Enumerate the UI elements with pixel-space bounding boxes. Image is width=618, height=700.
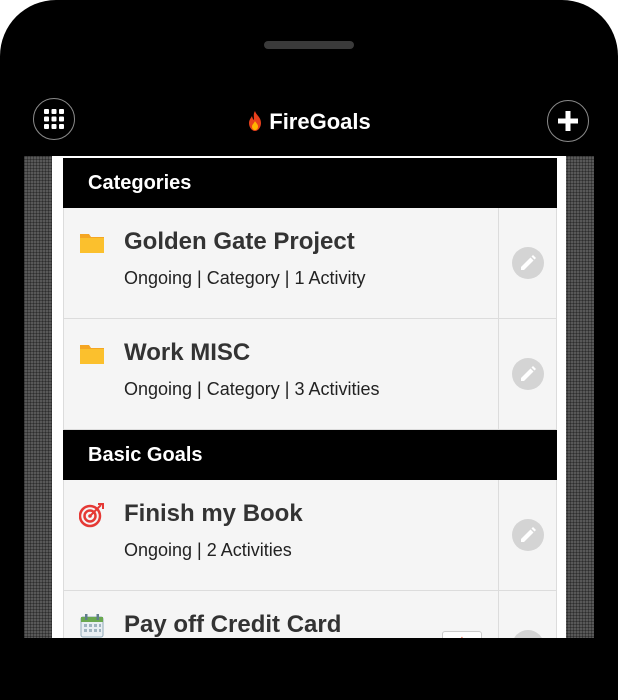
app-title-text: FireGoals	[269, 109, 371, 134]
item-name: Finish my Book	[124, 500, 303, 527]
pencil-icon	[520, 527, 536, 542]
item-meta: Ongoing | Category | 1 Activity	[124, 268, 366, 288]
edit-area	[498, 208, 556, 318]
edit-area	[498, 591, 556, 638]
fire-badge	[442, 631, 482, 638]
edit-button[interactable]	[511, 247, 544, 279]
edit-area	[498, 480, 556, 590]
item-meta: Ongoing | 2 Activities	[124, 540, 292, 560]
list-item[interactable]: Work MISC Ongoing | Category | 3 Activit…	[63, 319, 557, 430]
edit-button[interactable]	[511, 358, 544, 390]
goal-list: Categories Golden Gate Project Ongoing |…	[63, 158, 557, 638]
calendar-icon	[80, 614, 104, 638]
item-name: Golden Gate Project	[124, 228, 355, 255]
flame-icon	[249, 111, 262, 131]
item-name: Work MISC	[124, 339, 251, 366]
pencil-icon	[520, 255, 536, 270]
item-name: Pay off Credit Card	[124, 611, 342, 638]
folder-icon	[80, 345, 104, 364]
list-item[interactable]: Golden Gate Project Ongoing | Category |…	[63, 208, 557, 319]
item-meta: Ongoing | Category | 3 Activities	[124, 379, 380, 399]
phone-speaker	[264, 41, 354, 49]
app-screen: Categories Golden Gate Project Ongoing |…	[24, 156, 594, 638]
target-icon	[79, 503, 104, 528]
edit-area	[498, 319, 556, 429]
app-title: FireGoals	[0, 109, 618, 135]
plus-icon	[558, 111, 578, 131]
section-header-basic-goals: Basic Goals	[63, 430, 557, 480]
list-item[interactable]: Pay off Credit Card	[63, 591, 557, 638]
content-panel: Categories Golden Gate Project Ongoing |…	[52, 156, 566, 638]
pencil-icon	[520, 366, 536, 381]
folder-icon	[80, 234, 104, 253]
add-button[interactable]	[547, 100, 589, 142]
edit-button[interactable]	[511, 519, 544, 551]
list-item[interactable]: Finish my Book Ongoing | 2 Activities	[63, 480, 557, 591]
edit-button[interactable]	[511, 630, 544, 638]
app-header: FireGoals	[0, 98, 618, 150]
section-header-categories: Categories	[63, 158, 557, 208]
